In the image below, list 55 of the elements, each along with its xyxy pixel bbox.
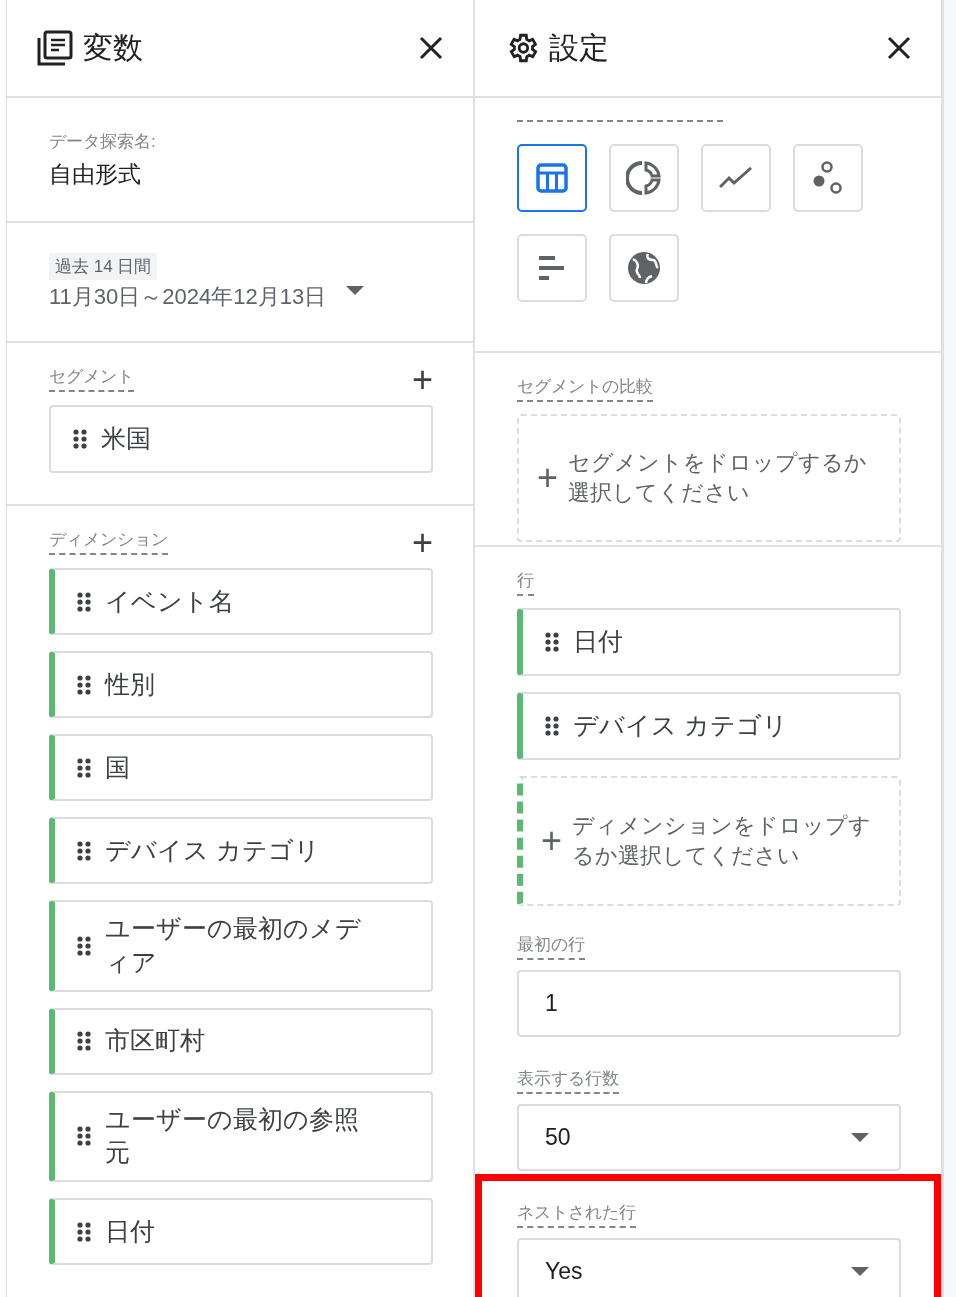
close-icon [887,36,911,60]
field-label: 最初の行 [517,933,585,960]
dropdown-caret-icon [851,1133,869,1142]
field-label: データ探索名: [49,130,156,153]
section-label: ディメンション [49,528,168,555]
dimension-item[interactable]: 市区町村 [49,1007,433,1075]
dropdown-caret-icon [851,1267,869,1276]
row-dimension-item[interactable]: デバイス カテゴリ [517,692,901,760]
dimension-item[interactable]: 性別 [49,651,433,718]
panel-title: 変数 [83,29,144,66]
bar-chart-icon [539,256,565,280]
drag-handle-icon [77,935,91,956]
field-label: ネストされた行 [517,1201,636,1228]
drag-handle-icon [77,674,91,695]
table-icon [536,163,568,193]
section-label: セグメントの比較 [517,375,653,402]
globe-icon [626,250,662,286]
line-chart-icon [719,167,753,189]
date-range-dropdown[interactable]: 11月30日～2024年12月13日 [49,281,433,312]
add-button[interactable]: + [411,528,433,558]
panel-title: 設定 [549,29,610,66]
drag-handle-icon [77,1031,91,1051]
drag-handle-icon [545,632,559,652]
dimension-item[interactable]: 日付 [49,1198,433,1265]
drag-handle-icon [77,757,91,778]
add-button[interactable]: + [411,365,433,395]
drag-handle-icon [77,840,91,861]
dimension-item[interactable]: ユーザーの最初の参照元 [49,1090,433,1182]
dropdown-caret-icon [346,285,365,295]
scatter-plot-icon [812,161,844,195]
donut-chart-icon [626,160,662,196]
plus-icon: + [541,820,563,862]
dimension-item[interactable]: イベント名 [49,568,433,635]
date-preset-chip: 過去 14 日間 [49,252,158,280]
dimension-item[interactable]: デバイス カテゴリ [49,817,433,884]
drag-handle-icon [77,1126,91,1147]
visualization-option[interactable] [517,144,587,212]
row-dimension-item[interactable]: 日付 [517,608,901,676]
field-label: 表示する行数 [517,1067,619,1094]
section-label: セグメント [49,365,134,392]
drag-handle-icon [545,716,559,736]
dropdown-field[interactable]: 50 [517,1104,901,1171]
drag-handle-icon [77,1221,91,1242]
document-list-icon [37,30,73,66]
dimension-item[interactable]: 国 [49,734,433,801]
drag-handle-icon [73,429,87,449]
drag-handle-icon [77,591,91,612]
exploration-name: 自由形式 [49,159,142,189]
input-field[interactable]: 1 [517,970,901,1037]
dropdown-field[interactable]: Yes [517,1238,901,1297]
close-icon [419,36,443,60]
segment-item[interactable]: 米国 [49,405,433,473]
plus-icon: + [537,457,559,499]
dimension-item[interactable]: ユーザーの最初のメディア [49,900,433,992]
section-label: 行 [517,569,534,596]
